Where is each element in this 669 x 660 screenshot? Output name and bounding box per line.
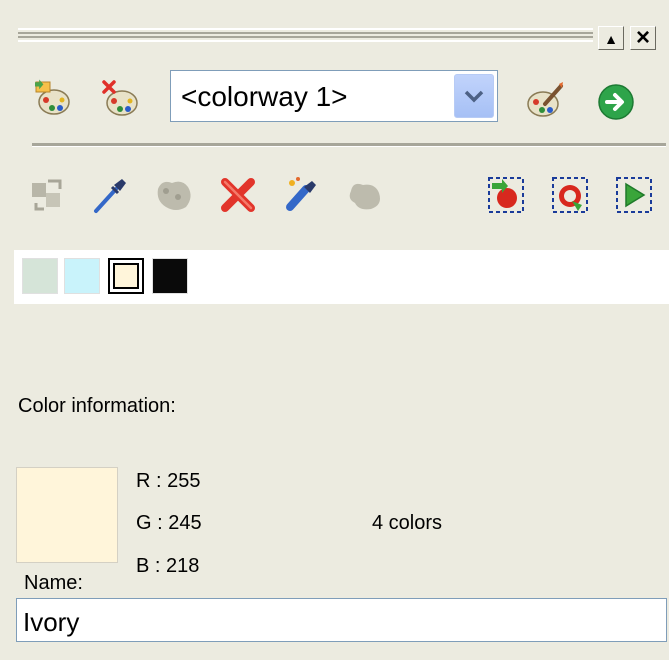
chevron-down-icon xyxy=(464,90,484,103)
swatch-black[interactable] xyxy=(152,258,188,294)
gray-tool-button[interactable] xyxy=(152,175,192,215)
delete-color-button[interactable] xyxy=(218,175,258,215)
minimize-button[interactable]: ▲ xyxy=(598,26,624,50)
swatch-ivory[interactable] xyxy=(108,258,144,294)
edit-palette-button[interactable] xyxy=(525,80,565,120)
delete-color-icon xyxy=(221,178,255,212)
color-info-heading: Color information: xyxy=(18,395,176,417)
name-field-value: Ivory xyxy=(23,607,80,637)
go-arrow-icon xyxy=(598,84,634,120)
minimize-icon: ▲ xyxy=(604,31,618,47)
play-button[interactable] xyxy=(614,175,654,215)
replace-color-button[interactable] xyxy=(28,175,68,215)
brush-tool-icon xyxy=(286,177,316,211)
swatch-light-sage[interactable] xyxy=(22,258,58,294)
colorway-dropdown-button[interactable] xyxy=(454,74,494,118)
color-count: 4 colors xyxy=(372,512,443,534)
name-field[interactable]: Ivory xyxy=(16,598,667,642)
red-value: R : 255 xyxy=(136,470,201,492)
close-icon: × xyxy=(635,24,650,51)
loop-icon xyxy=(552,177,588,213)
brush-tool-button[interactable] xyxy=(282,175,322,215)
record-button[interactable] xyxy=(486,175,526,215)
loop-button[interactable] xyxy=(550,175,590,215)
blob-tool-icon xyxy=(349,183,380,210)
eyedropper-icon xyxy=(94,179,126,213)
green-value: G : 245 xyxy=(136,512,202,534)
colorway-select-value: <colorway 1> xyxy=(181,81,348,112)
delete-palette-icon xyxy=(102,80,138,116)
name-label: Name: xyxy=(24,572,83,594)
swatch-light-cyan[interactable] xyxy=(64,258,100,294)
close-button[interactable]: × xyxy=(630,26,656,50)
go-button[interactable] xyxy=(596,82,636,122)
replace-color-icon xyxy=(32,179,62,211)
add-palette-icon xyxy=(35,79,70,115)
gray-tool-icon xyxy=(157,181,191,210)
blob-tool-button[interactable] xyxy=(345,175,385,215)
record-icon xyxy=(488,177,524,213)
delete-palette-button[interactable] xyxy=(100,78,140,118)
swatch-strip xyxy=(14,250,669,304)
title-grip[interactable] xyxy=(18,28,593,42)
paint-palette-icon xyxy=(527,82,563,117)
add-palette-button[interactable] xyxy=(32,78,72,118)
eyedropper-button[interactable] xyxy=(90,175,130,215)
color-preview xyxy=(16,467,118,563)
blue-value: B : 218 xyxy=(136,555,200,577)
play-icon xyxy=(616,177,652,213)
toolbar-separator xyxy=(32,143,666,147)
colorway-select[interactable]: <colorway 1> xyxy=(170,70,498,122)
